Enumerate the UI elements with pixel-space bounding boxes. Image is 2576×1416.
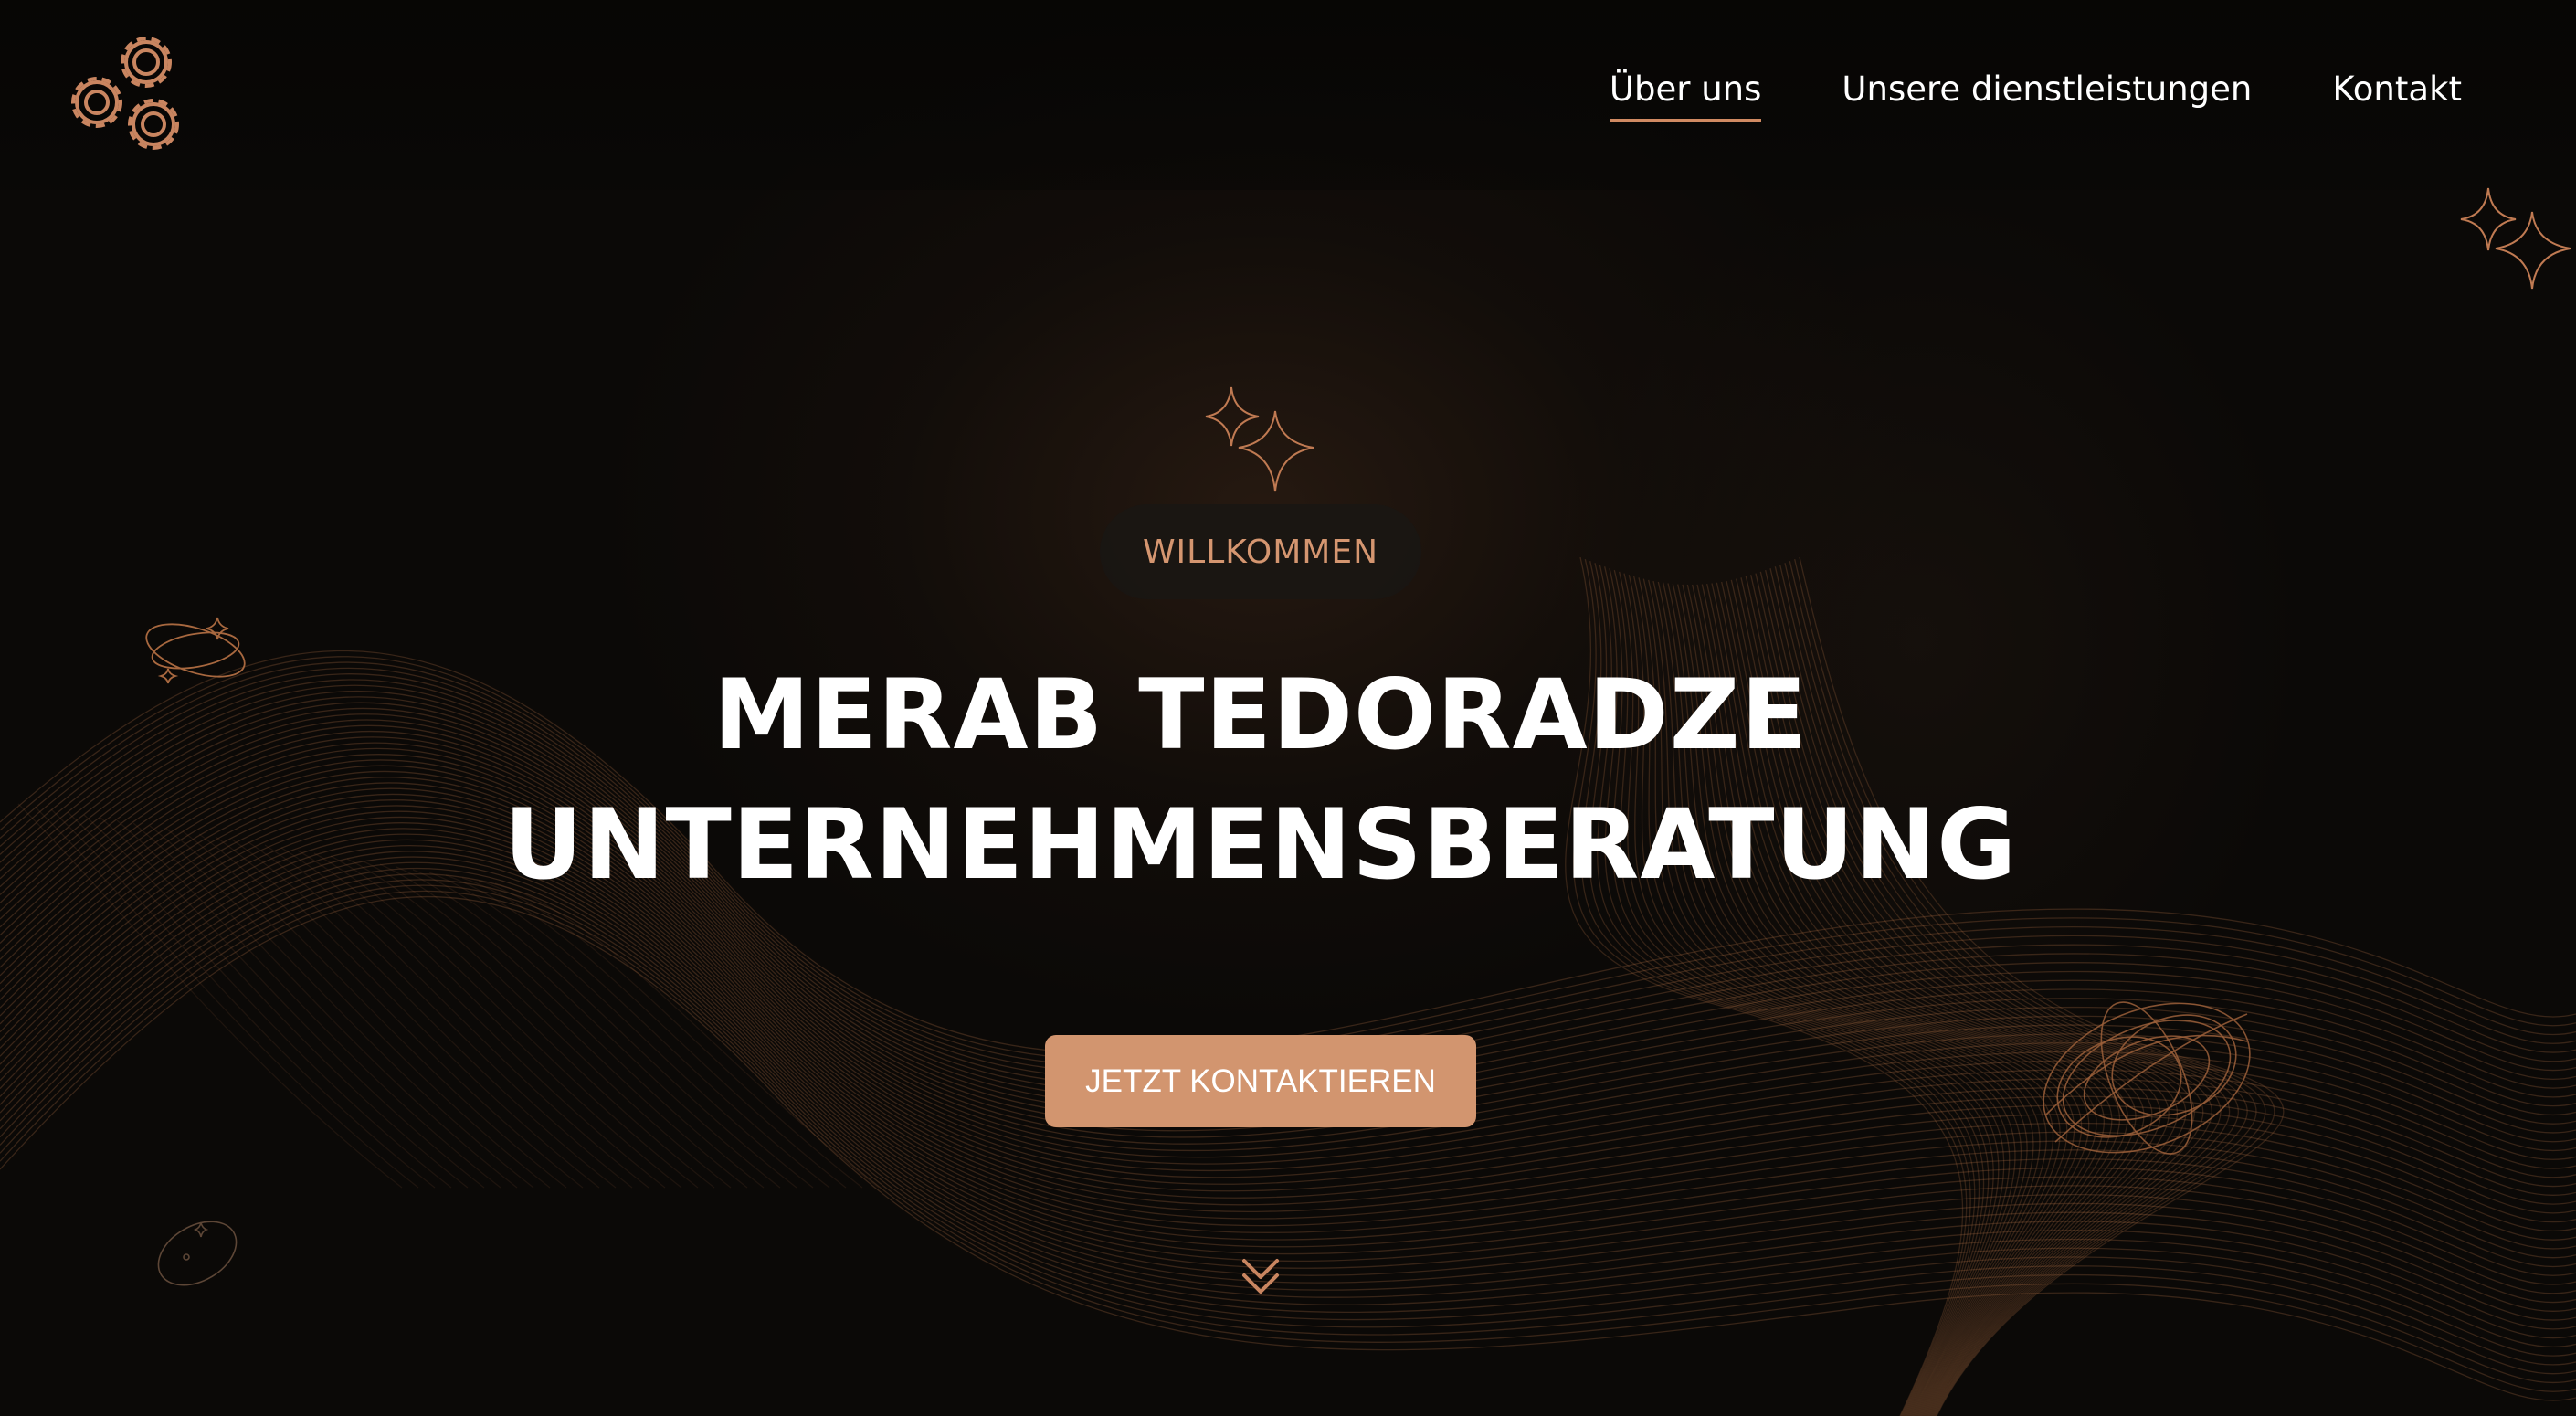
page-title: MERAB TEDORADZE UNTERNEHMENSBERATUNG (0, 650, 2521, 910)
nav-item-kontakt[interactable]: Kontakt (2332, 66, 2462, 122)
title-line-subtitle: UNTERNEHMENSBERATUNG (503, 788, 2018, 901)
site-header: Über uns Unsere dienstleistungen Kontakt (0, 0, 2576, 190)
double-chevron-down-icon[interactable] (1237, 1252, 1284, 1303)
main-nav: Über uns Unsere dienstleistungen Kontakt (1609, 66, 2462, 122)
sparkle-icon (1205, 386, 1314, 492)
title-line-name: MERAB TEDORADZE (713, 659, 1808, 771)
hero-page: Über uns Unsere dienstleistungen Kontakt (0, 0, 2576, 1416)
wireframe-torus-icon (2043, 1001, 2251, 1155)
contact-now-button[interactable]: JETZT KONTAKTIEREN (1045, 1035, 1476, 1127)
orbit-icon (157, 1221, 238, 1286)
nav-item-ueber-uns[interactable]: Über uns (1609, 66, 1762, 122)
welcome-badge: WILLKOMMEN (1100, 504, 1421, 599)
sparkle-icon (2460, 187, 2571, 290)
gears-icon[interactable] (58, 26, 195, 163)
nav-item-dienstleistungen[interactable]: Unsere dienstleistungen (1842, 66, 2252, 122)
